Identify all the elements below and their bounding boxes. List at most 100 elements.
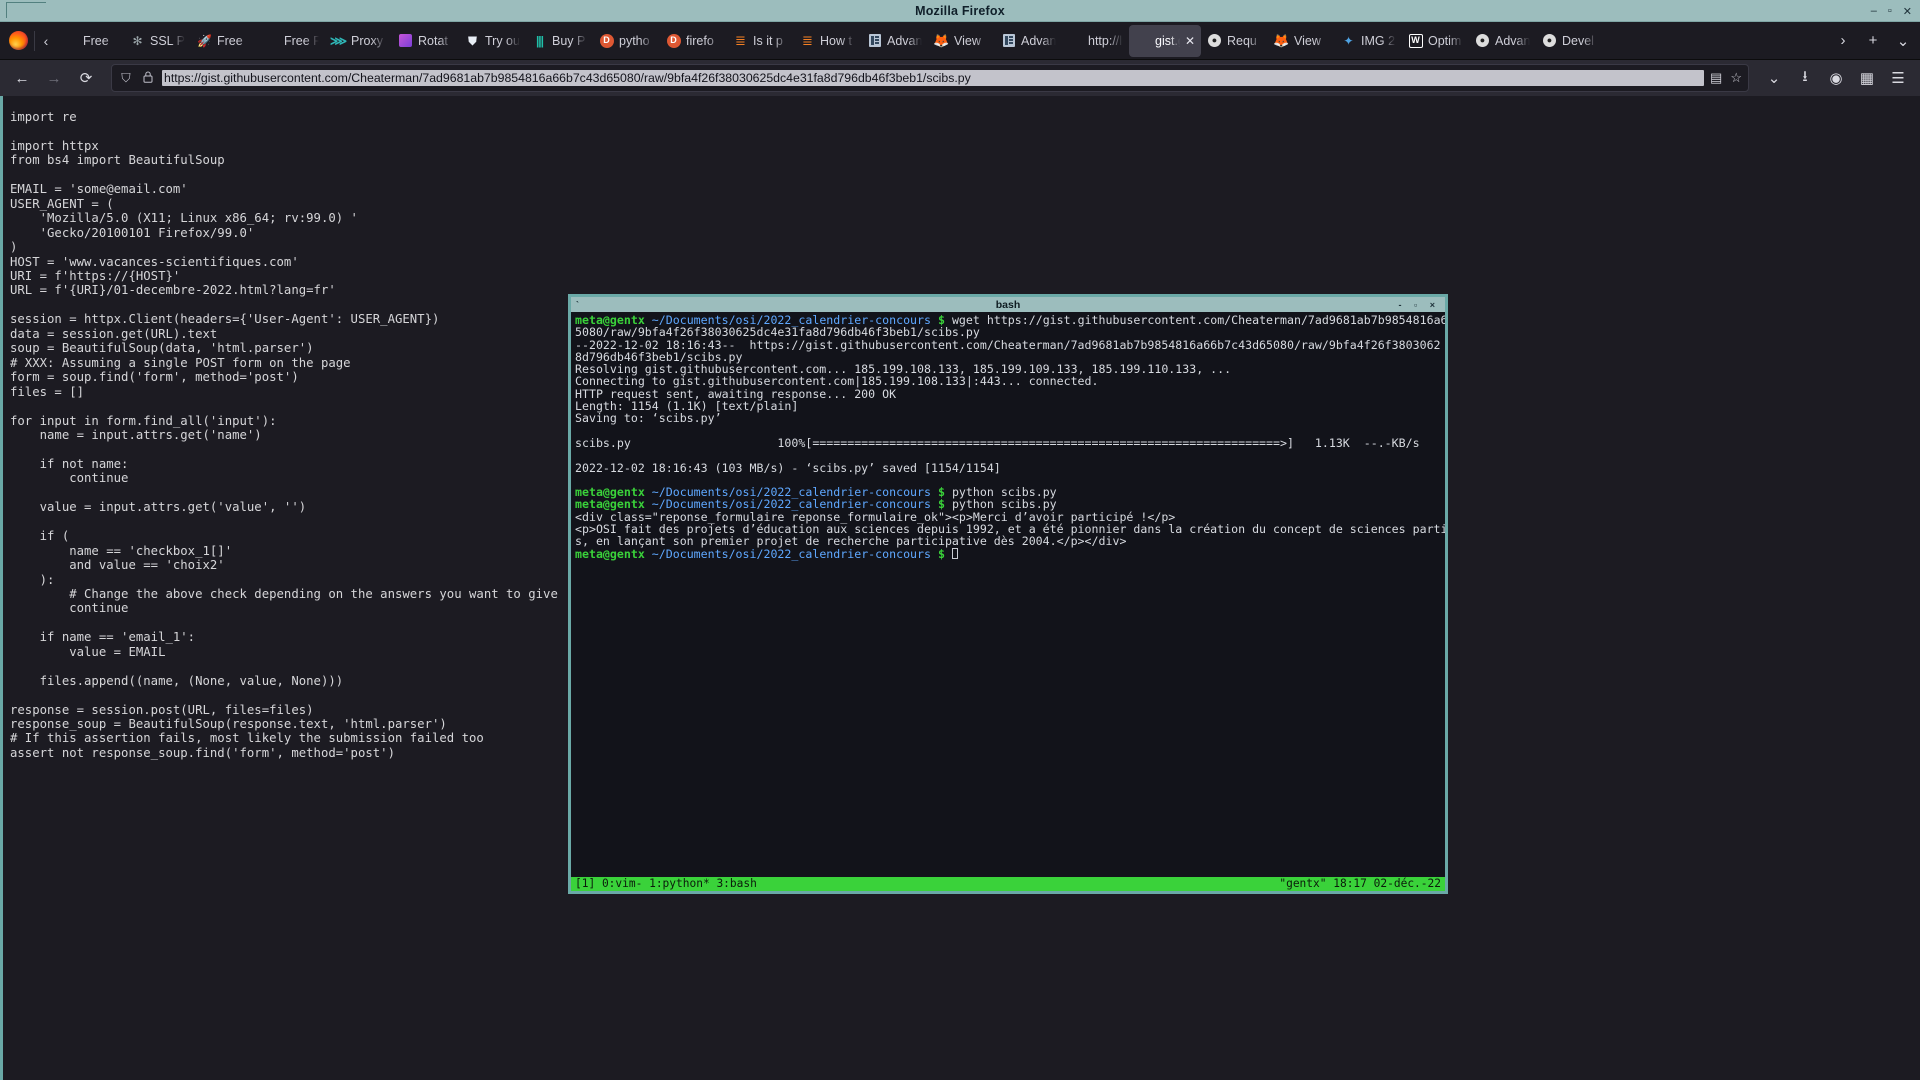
list-all-tabs-button[interactable]: ⌄ <box>1888 26 1918 56</box>
flower-icon: ✻ <box>132 33 143 48</box>
tab-label: Requ <box>1227 33 1257 48</box>
browser-tab[interactable]: ● Advan <box>1469 25 1536 57</box>
duckduckgo-icon: D <box>599 33 614 48</box>
browser-tab[interactable]: Free Prox <box>258 25 325 57</box>
rocket-icon: 🚀 <box>197 33 212 48</box>
tab-label: Advan <box>1021 33 1056 48</box>
app-menu-button[interactable]: ☰ <box>1883 63 1913 93</box>
doc-icon <box>1001 33 1016 48</box>
scroll-tabs-right-button[interactable]: › <box>1828 26 1858 56</box>
maximize-icon[interactable]: ▫ <box>1888 5 1892 17</box>
terminal-titlebar: ` bash - ▫ × <box>571 297 1445 312</box>
bars-icon: ||| <box>535 33 544 48</box>
back-button[interactable]: ← <box>7 63 37 93</box>
terminal-prompt-sign: $ <box>937 546 945 561</box>
browser-tab[interactable]: Advan <box>995 25 1062 57</box>
tab-label: Buy P <box>552 33 586 48</box>
forward-button[interactable]: → <box>39 63 69 93</box>
new-tab-button[interactable]: + <box>1858 26 1888 56</box>
terminal-window-controls[interactable]: - ▫ × <box>1399 300 1440 310</box>
tab-label: Free Prox <box>284 33 319 48</box>
pocket-button[interactable]: ⌄ <box>1759 63 1789 93</box>
firefox-logo-icon <box>2 25 34 57</box>
browser-tab[interactable]: 🦊 View <box>1268 25 1335 57</box>
tab-label: Advan <box>1495 33 1530 48</box>
lock-glyph <box>143 71 153 83</box>
tab-label: firefo <box>686 33 714 48</box>
shield-icon: ⛊ <box>467 33 477 48</box>
tab-strip: ‹ Free ✻ SSL P 🚀 Free Free Prox ⋙Proxy Rotat ⛊… <box>0 22 1920 60</box>
wikipedia-icon: W <box>1408 33 1423 48</box>
browser-chrome: ‹ Free ✻ SSL P 🚀 Free Free Prox ⋙Proxy Rotat ⛊… <box>0 22 1920 96</box>
chevron-down-icon: ⋙ <box>329 33 348 48</box>
browser-tab[interactable]: Dfirefo <box>660 25 727 57</box>
page-left-border <box>0 96 3 1080</box>
browser-tab[interactable]: http://luto <box>1062 25 1129 57</box>
browser-tab[interactable]: ≣ How t <box>794 25 861 57</box>
terminal-prompt-path: ~/Documents/osi/2022_calendrier-concours <box>651 546 931 561</box>
downloads-button[interactable]: ⭳ <box>1790 63 1820 93</box>
close-icon[interactable]: ✕ <box>1903 5 1912 18</box>
browser-tab[interactable]: W Optim <box>1402 25 1469 57</box>
chart-icon <box>398 33 413 48</box>
tab-label: Is it p <box>753 33 783 48</box>
minimize-icon[interactable]: ‒ <box>1871 5 1877 17</box>
github-icon: ● <box>1542 33 1557 48</box>
browser-tab[interactable]: ● Requ <box>1201 25 1268 57</box>
navigation-toolbar: ← → ⟳ ⛉ https://gist.githubusercontent.c… <box>0 60 1920 96</box>
tab-label: Try ou <box>485 33 520 48</box>
terminal-corner-mark: ` <box>576 299 579 310</box>
scroll-tabs-left-button[interactable]: ‹ <box>35 25 57 57</box>
browser-tab[interactable]: ✦ IMG 2 <box>1335 25 1402 57</box>
tab-label: How t <box>820 33 852 48</box>
generic-page-icon <box>1068 33 1083 48</box>
browser-tab[interactable]: Rotat <box>392 25 459 57</box>
raw-python-source: import re import httpx from bs4 import B… <box>10 110 558 760</box>
browser-tab[interactable]: ||| Buy P <box>526 25 593 57</box>
tab-label: Optim <box>1428 33 1462 48</box>
terminal-window[interactable]: ` bash - ▫ × meta@gentx ~/Documents/osi/… <box>568 294 1448 894</box>
browser-tab[interactable]: ≣ Is it p <box>727 25 794 57</box>
generic-page-icon <box>1135 33 1150 48</box>
url-bar[interactable]: ⛉ https://gist.githubusercontent.com/Che… <box>111 64 1749 92</box>
github-icon: ● <box>1207 33 1222 48</box>
gitlab-icon: 🦊 <box>933 33 950 48</box>
terminal-cursor <box>951 547 958 559</box>
browser-tab[interactable]: 🦊 View <box>928 25 995 57</box>
browser-tab[interactable]: 🚀 Free <box>191 25 258 57</box>
account-button[interactable]: ◉ <box>1821 63 1851 93</box>
browser-tab[interactable]: Free <box>57 25 124 57</box>
browser-tab[interactable]: ● Devel <box>1536 25 1603 57</box>
tab-close-icon[interactable]: ✕ <box>1185 34 1195 48</box>
browser-tab-active[interactable]: gist.gith ✕ <box>1129 24 1201 57</box>
tab-label: Rotat <box>418 33 448 48</box>
gitlab-icon: 🦊 <box>1273 33 1290 48</box>
tab-label: Free <box>217 33 243 48</box>
toolbar-right-buttons: ⌄ ⭳ ◉ ▦ ☰ <box>1759 63 1913 93</box>
tab-label: gist.gith <box>1155 33 1180 48</box>
doc-icon <box>867 33 882 48</box>
reader-mode-icon[interactable]: ▤ <box>1710 70 1722 86</box>
browser-tab[interactable]: ⛊ Try ou <box>459 25 526 57</box>
tab-label: View <box>1294 33 1321 48</box>
browser-tab[interactable]: ✻ SSL P <box>124 25 191 57</box>
window-controls[interactable]: ‒ ▫ ✕ <box>1871 0 1912 22</box>
tab-label: View <box>954 33 981 48</box>
tabstrip-right-controls: › + ⌄ <box>1828 26 1918 56</box>
bookmark-star-icon[interactable]: ☆ <box>1730 70 1742 86</box>
browser-tab[interactable]: ⋙ Proxy <box>325 25 392 57</box>
url-input[interactable]: https://gist.githubusercontent.com/Cheat… <box>162 70 1705 86</box>
reload-button[interactable]: ⟳ <box>71 63 101 93</box>
browser-tab[interactable]: Dpytho <box>593 25 660 57</box>
extensions-button[interactable]: ▦ <box>1852 63 1882 93</box>
terminal-output[interactable]: meta@gentx ~/Documents/osi/2022_calendri… <box>571 312 1445 877</box>
tab-label: Proxy <box>351 33 383 48</box>
tab-label: Devel <box>1562 33 1594 48</box>
github-icon: ● <box>1475 33 1490 48</box>
tab-label: IMG 2 <box>1361 33 1396 48</box>
lock-icon[interactable] <box>140 71 156 86</box>
tab-label: pytho <box>619 33 650 48</box>
browser-tab[interactable]: Advan <box>861 25 928 57</box>
shield-icon[interactable]: ⛉ <box>118 71 134 86</box>
duckduckgo-icon: D <box>666 33 681 48</box>
